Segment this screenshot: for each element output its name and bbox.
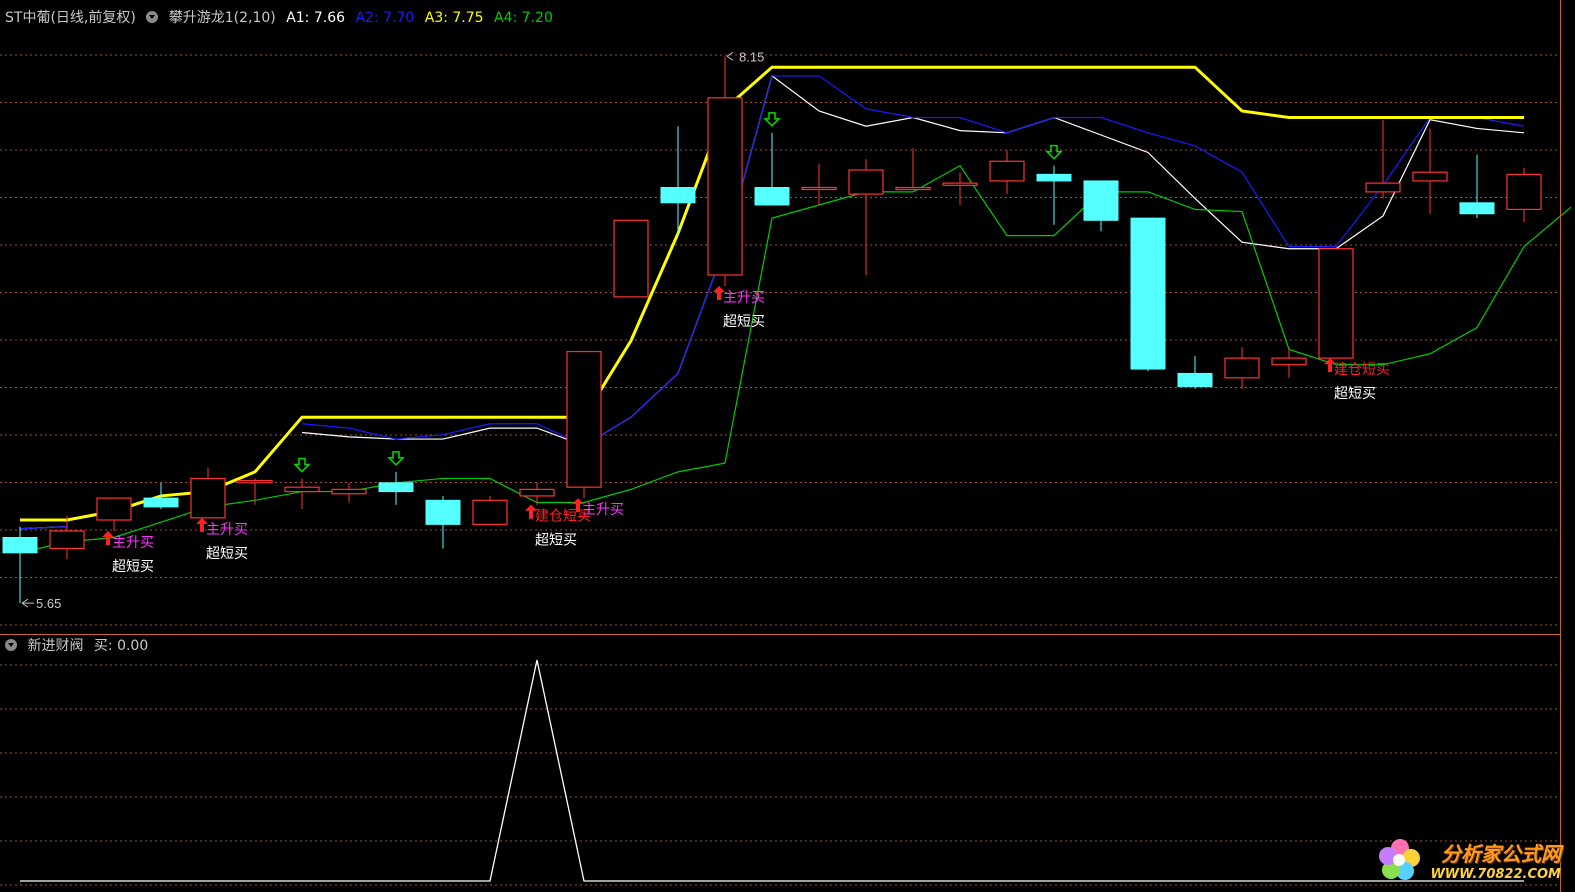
- down-arrow-icon: [293, 457, 311, 473]
- candle-body: [613, 219, 649, 298]
- candle-body: [707, 97, 743, 276]
- security-title: ST中葡(日线,前复权): [5, 10, 136, 26]
- candle-body: [566, 350, 602, 488]
- logo-title: 分析家公式网: [1441, 842, 1561, 866]
- candle-body: [425, 499, 461, 525]
- buy-value: 买: 0.00: [93, 638, 149, 654]
- collapse-icon[interactable]: [146, 11, 159, 23]
- candle-body: [1130, 217, 1166, 370]
- grid-lines: [0, 54, 1560, 886]
- a1-value: A1: 7.66: [286, 10, 346, 26]
- series-line-buy: [20, 659, 1524, 882]
- candle-body: [1412, 171, 1448, 182]
- candle-body: [284, 486, 320, 493]
- down-arrow-icon: [1045, 144, 1063, 160]
- a3-value: A3: 7.75: [424, 10, 484, 26]
- signal-label: 主升买: [112, 535, 154, 551]
- candle-body: [754, 187, 790, 206]
- candle-body: [519, 488, 555, 497]
- candle-body: [143, 497, 179, 508]
- indicator-title[interactable]: 攀升游龙1(2,10): [169, 10, 276, 26]
- candle-body: [1459, 202, 1495, 215]
- candle-body: [237, 480, 273, 484]
- candle-body: [895, 186, 931, 191]
- signal-label: 超短买: [1334, 386, 1376, 402]
- candle-body: [378, 482, 414, 493]
- site-logo: 分析家公式网 WWW.70822.COM: [1430, 838, 1561, 882]
- candle-body: [49, 530, 85, 550]
- sub-indicator-title[interactable]: 新进财阀: [27, 638, 83, 654]
- candle-body: [1271, 357, 1307, 366]
- signal-label: 超短买: [112, 559, 154, 575]
- min-arrow: [21, 598, 34, 608]
- candle-body: [1506, 173, 1542, 210]
- down-arrow-icon: [387, 451, 405, 466]
- main-header: ST中葡(日线,前复权) 攀升游龙1(2,10) A1: 7.66 A2: 7.…: [5, 9, 559, 27]
- chart-canvas: 8.155.65主升买超短买主升买超短买建仓短买超短买主升买主升买超短买建仓短买…: [0, 49, 1572, 886]
- candle-body: [848, 169, 884, 195]
- logo-flower-icon: [1379, 839, 1420, 880]
- candle-body: [942, 182, 978, 186]
- candle-body: [1083, 180, 1119, 221]
- candle-body: [472, 499, 508, 525]
- candle-body: [1318, 248, 1354, 359]
- sub-header: 新进财阀 买: 0.00: [5, 637, 154, 655]
- candle-body: [2, 537, 38, 554]
- down-arrow-icon: [763, 112, 781, 127]
- candle-body: [1036, 173, 1072, 182]
- candle-body: [1365, 182, 1401, 193]
- candle-body: [801, 186, 837, 191]
- signal-label: 主升买: [206, 522, 248, 538]
- sub-chart: [20, 659, 1524, 882]
- signal-label: 超短买: [535, 533, 577, 549]
- series-line-a4: [19, 164, 1572, 554]
- logo-url: WWW.70822.COM: [1430, 867, 1561, 882]
- candle-body: [190, 477, 226, 519]
- signal-label: 超短买: [206, 546, 248, 562]
- max-price-label: 8.15: [739, 49, 764, 64]
- min-price-label: 5.65: [36, 596, 61, 611]
- signal-label: 主升买: [582, 502, 624, 518]
- signal-label: 超短买: [723, 314, 765, 330]
- signal-marks: 8.155.65主升买超短买主升买超短买建仓短买超短买主升买主升买超短买建仓短买…: [21, 49, 1390, 611]
- max-arrow: [726, 51, 734, 61]
- candle-body: [989, 160, 1025, 182]
- right-edge-line: [1560, 0, 1561, 892]
- a2-value: A2: 7.70: [355, 10, 415, 26]
- candle-body: [96, 497, 132, 521]
- signal-label: 建仓短买: [1334, 362, 1390, 378]
- candle-body: [660, 187, 696, 204]
- collapse-icon[interactable]: [5, 639, 17, 651]
- pane-separator: [0, 634, 1560, 635]
- candle-body: [331, 488, 367, 495]
- a4-value: A4: 7.20: [494, 10, 553, 26]
- candle-body: [1177, 372, 1213, 388]
- signal-label: 主升买: [723, 290, 765, 306]
- candle-body: [1224, 357, 1260, 379]
